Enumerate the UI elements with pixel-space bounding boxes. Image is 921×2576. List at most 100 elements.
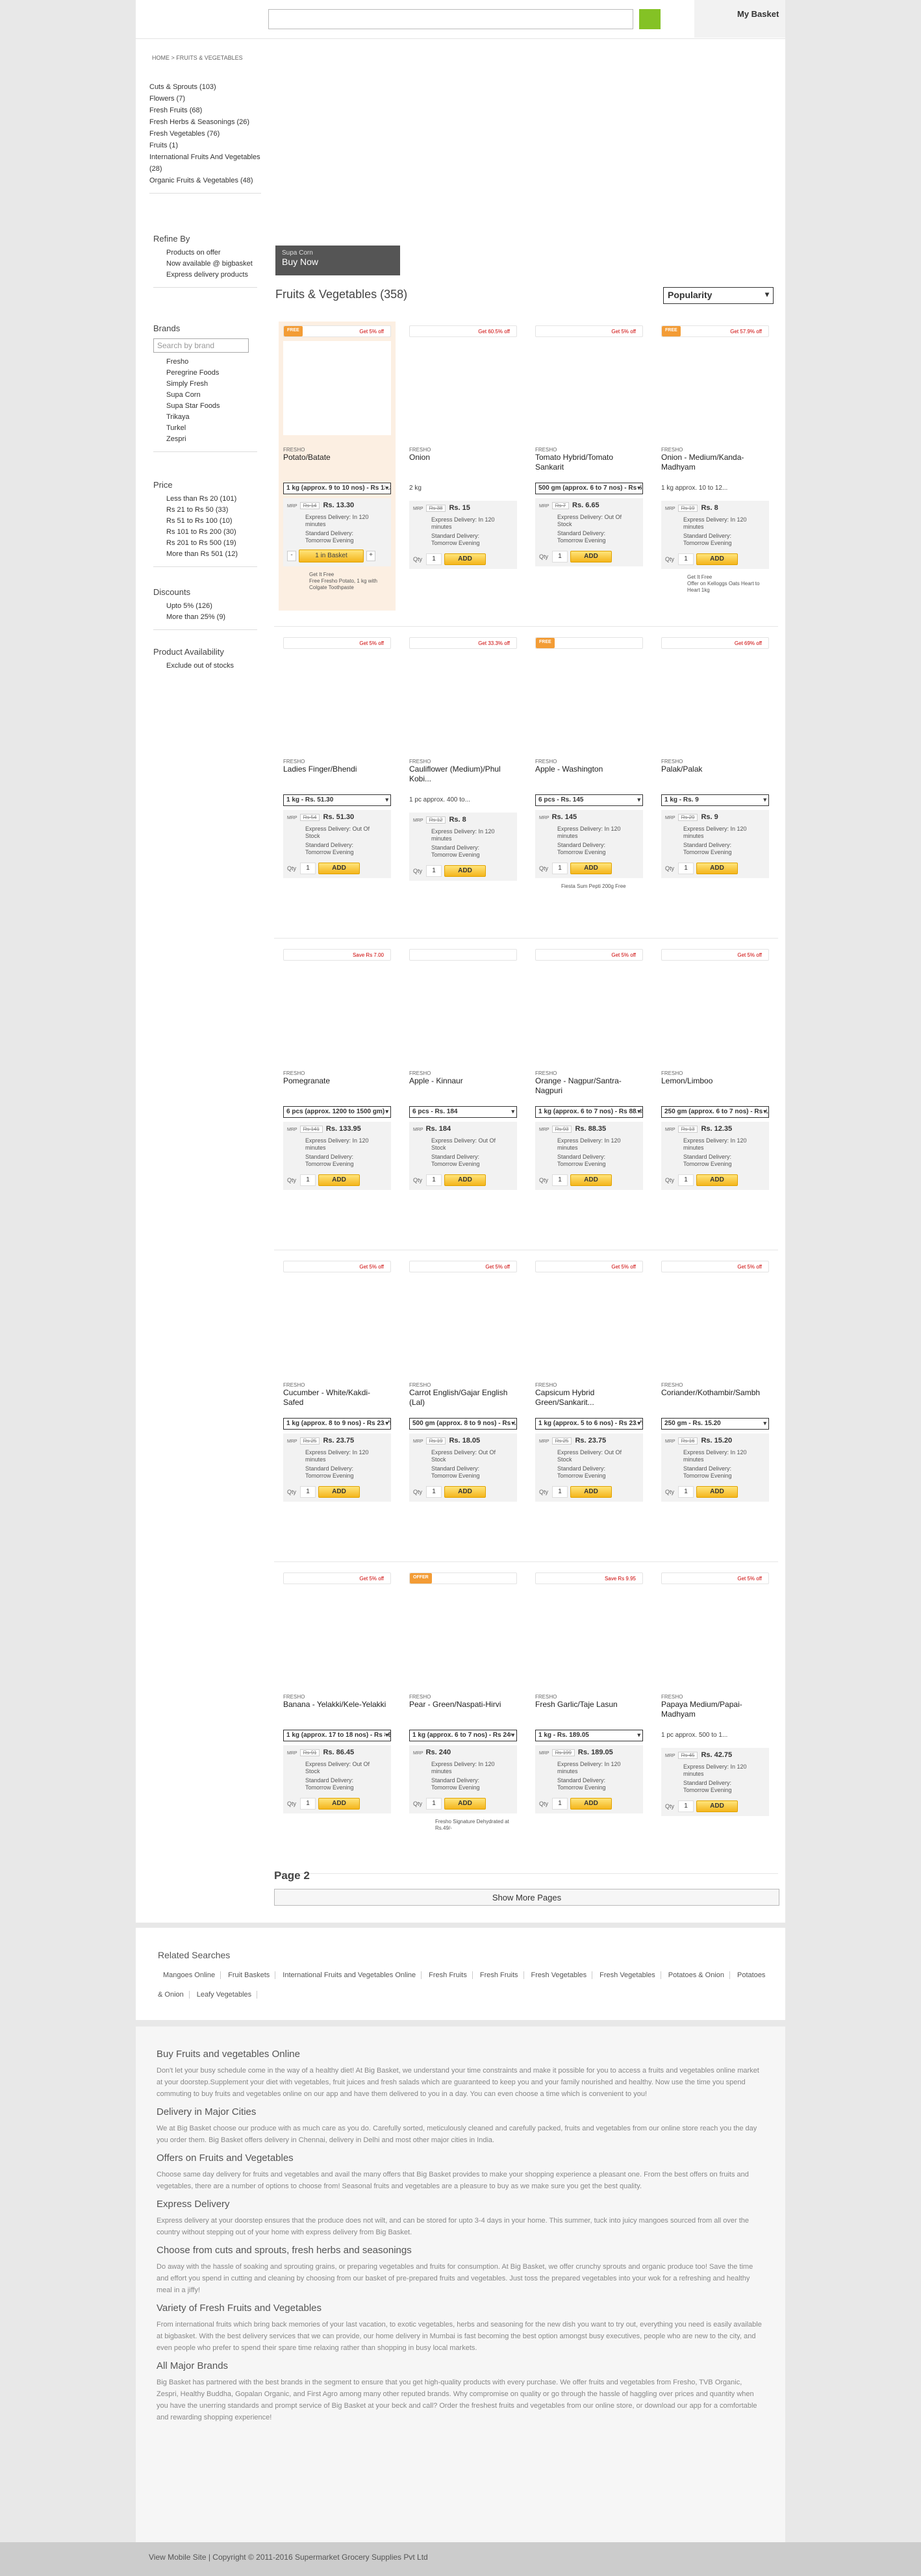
pack-size-select[interactable]: 1 kg (approx. 6 to 7 nos) - Rs 240 xyxy=(409,1730,517,1741)
product-name[interactable]: Cucumber - White/Kakdi- Safed xyxy=(283,1388,391,1418)
qty-input[interactable]: 1 xyxy=(300,863,316,874)
add-button[interactable]: ADD xyxy=(570,863,612,874)
product-name[interactable]: Papaya Medium/Papai-Madhyam xyxy=(661,1700,769,1730)
product-image[interactable] xyxy=(661,341,769,435)
promo-banner[interactable]: Supa Corn Buy Now xyxy=(275,246,400,275)
add-button[interactable]: ADD xyxy=(696,1486,738,1498)
search-input[interactable] xyxy=(268,9,633,29)
product-image[interactable] xyxy=(409,1588,517,1682)
pack-size-select[interactable]: 250 gm (approx. 6 to 7 nos) - Rs 12.35 xyxy=(661,1106,769,1118)
refine-option[interactable]: Express delivery products xyxy=(153,270,257,281)
add-button[interactable]: ADD xyxy=(570,551,612,562)
brand-option[interactable]: Supa Star Foods xyxy=(153,401,257,412)
price-option[interactable]: Rs 21 to Rs 50 (33) xyxy=(153,505,257,516)
add-button[interactable]: ADD xyxy=(570,1174,612,1186)
qty-input[interactable]: 1 xyxy=(678,1800,694,1812)
category-link[interactable]: Cuts & Sprouts (103) xyxy=(149,81,261,93)
category-link[interactable]: International Fruits And Vegetables (28) xyxy=(149,151,261,175)
product-name[interactable]: Pear - Green/Naspati-Hirvi xyxy=(409,1700,517,1730)
related-link[interactable]: Fruit Baskets xyxy=(223,1971,276,1979)
product-name[interactable]: Orange - Nagpur/Santra- Nagpuri xyxy=(535,1076,643,1106)
product-name[interactable]: Coriander/Kothambir/Sambh xyxy=(661,1388,769,1418)
category-link[interactable]: Organic Fruits & Vegetables (48) xyxy=(149,175,261,186)
related-link[interactable]: International Fruits and Vegetables Onli… xyxy=(277,1971,422,1979)
related-link[interactable]: Fresh Vegetables xyxy=(525,1971,593,1979)
product-image[interactable] xyxy=(409,1276,517,1370)
pack-size-select[interactable]: 500 gm (approx. 6 to 7 nos) - Rs 6.65 xyxy=(535,483,643,494)
add-button[interactable]: ADD xyxy=(696,863,738,874)
product-image[interactable] xyxy=(283,1276,391,1370)
add-button[interactable]: ADD xyxy=(318,863,360,874)
product-name[interactable]: Fresh Garlic/Taje Lasun xyxy=(535,1700,643,1730)
search-button[interactable] xyxy=(639,9,661,29)
add-button[interactable]: ADD xyxy=(444,1798,486,1810)
product-image[interactable] xyxy=(661,1276,769,1370)
footer-text[interactable]: View Mobile Site | Copyright © 2011-2016… xyxy=(149,2553,428,2562)
product-name[interactable]: Lemon/Limboo xyxy=(661,1076,769,1106)
product-name[interactable]: Banana - Yelakki/Kele-Yelakki xyxy=(283,1700,391,1730)
pack-size-select[interactable]: 1 kg (approx. 6 to 7 nos) - Rs 88.35 xyxy=(535,1106,643,1118)
add-button[interactable]: ADD xyxy=(696,553,738,565)
product-image[interactable] xyxy=(283,1588,391,1682)
product-name[interactable]: Apple - Washington xyxy=(535,764,643,794)
add-button[interactable]: ADD xyxy=(444,553,486,565)
price-option[interactable]: More than Rs 501 (12) xyxy=(153,549,257,560)
brand-option[interactable]: Fresho xyxy=(153,357,257,368)
qty-input[interactable]: 1 xyxy=(678,1486,694,1498)
qty-input[interactable]: 1 xyxy=(678,863,694,874)
pack-size-select[interactable]: 500 gm (approx. 8 to 9 nos) - Rs 18.05 xyxy=(409,1418,517,1430)
qty-input[interactable]: 1 xyxy=(678,1174,694,1186)
product-name[interactable]: Apple - Kinnaur xyxy=(409,1076,517,1106)
decrease-button[interactable]: - xyxy=(287,551,296,561)
add-button[interactable]: ADD xyxy=(318,1486,360,1498)
add-button[interactable]: ADD xyxy=(444,865,486,877)
related-link[interactable]: Leafy Vegetables xyxy=(191,1991,258,1999)
add-button[interactable]: ADD xyxy=(696,1174,738,1186)
category-link[interactable]: Fruits (1) xyxy=(149,140,261,151)
add-button[interactable]: ADD xyxy=(570,1486,612,1498)
qty-input[interactable]: 1 xyxy=(300,1486,316,1498)
discount-option[interactable]: More than 25% (9) xyxy=(153,612,257,623)
pack-size-select[interactable]: 1 kg (approx. 8 to 9 nos) - Rs 23.75 xyxy=(283,1418,391,1430)
product-image[interactable] xyxy=(409,341,517,435)
brand-option[interactable]: Peregrine Foods xyxy=(153,368,257,379)
price-option[interactable]: Rs 101 to Rs 200 (30) xyxy=(153,527,257,538)
product-name[interactable]: Palak/Palak xyxy=(661,764,769,794)
related-link[interactable]: Fresh Vegetables xyxy=(594,1971,661,1979)
brand-search-input[interactable] xyxy=(153,338,249,353)
qty-input[interactable]: 1 xyxy=(300,1798,316,1810)
brand-option[interactable]: Supa Corn xyxy=(153,390,257,401)
category-link[interactable]: Fresh Vegetables (76) xyxy=(149,128,261,140)
pack-size-select[interactable]: 6 pcs - Rs. 184 xyxy=(409,1106,517,1118)
add-button[interactable]: ADD xyxy=(318,1174,360,1186)
discount-option[interactable]: Upto 5% (126) xyxy=(153,601,257,612)
price-option[interactable]: Rs 201 to Rs 500 (19) xyxy=(153,538,257,549)
category-link[interactable]: Fresh Fruits (68) xyxy=(149,105,261,116)
product-image[interactable] xyxy=(283,653,391,747)
product-image[interactable] xyxy=(661,965,769,1059)
brand-option[interactable]: Zespri xyxy=(153,434,257,445)
refine-option[interactable]: Now available @ bigbasket xyxy=(153,259,257,270)
qty-input[interactable]: 1 xyxy=(552,551,568,562)
pack-size-select[interactable]: 1 kg (approx. 9 to 10 nos) - Rs 13.30 xyxy=(283,483,391,494)
product-image[interactable] xyxy=(535,1588,643,1682)
pack-size-select[interactable]: 250 gm - Rs. 15.20 xyxy=(661,1418,769,1430)
related-link[interactable]: Mangoes Online xyxy=(158,1971,221,1979)
product-image[interactable] xyxy=(409,653,517,747)
pack-size-select[interactable]: 6 pcs (approx. 1200 to 1500 gm) - Rs 133… xyxy=(283,1106,391,1118)
availability-option[interactable]: Exclude out of stocks xyxy=(153,661,257,672)
pack-size-select[interactable]: 1 kg (approx. 17 to 18 nos) - Rs 86.45 xyxy=(283,1730,391,1741)
qty-input[interactable]: 1 xyxy=(300,1174,316,1186)
qty-input[interactable]: 1 xyxy=(426,1174,442,1186)
product-image[interactable] xyxy=(535,965,643,1059)
qty-input[interactable]: 1 xyxy=(552,863,568,874)
qty-input[interactable]: 1 xyxy=(426,865,442,877)
category-link[interactable]: Flowers (7) xyxy=(149,93,261,105)
product-image[interactable] xyxy=(283,341,391,435)
refine-option[interactable]: Products on offer xyxy=(153,247,257,259)
pack-size-select[interactable]: 1 kg (approx. 5 to 6 nos) - Rs 23.75 xyxy=(535,1418,643,1430)
add-button[interactable]: ADD xyxy=(318,1798,360,1810)
increase-button[interactable]: + xyxy=(366,551,375,561)
qty-input[interactable]: 1 xyxy=(552,1798,568,1810)
sort-select[interactable]: Popularity xyxy=(663,287,774,304)
